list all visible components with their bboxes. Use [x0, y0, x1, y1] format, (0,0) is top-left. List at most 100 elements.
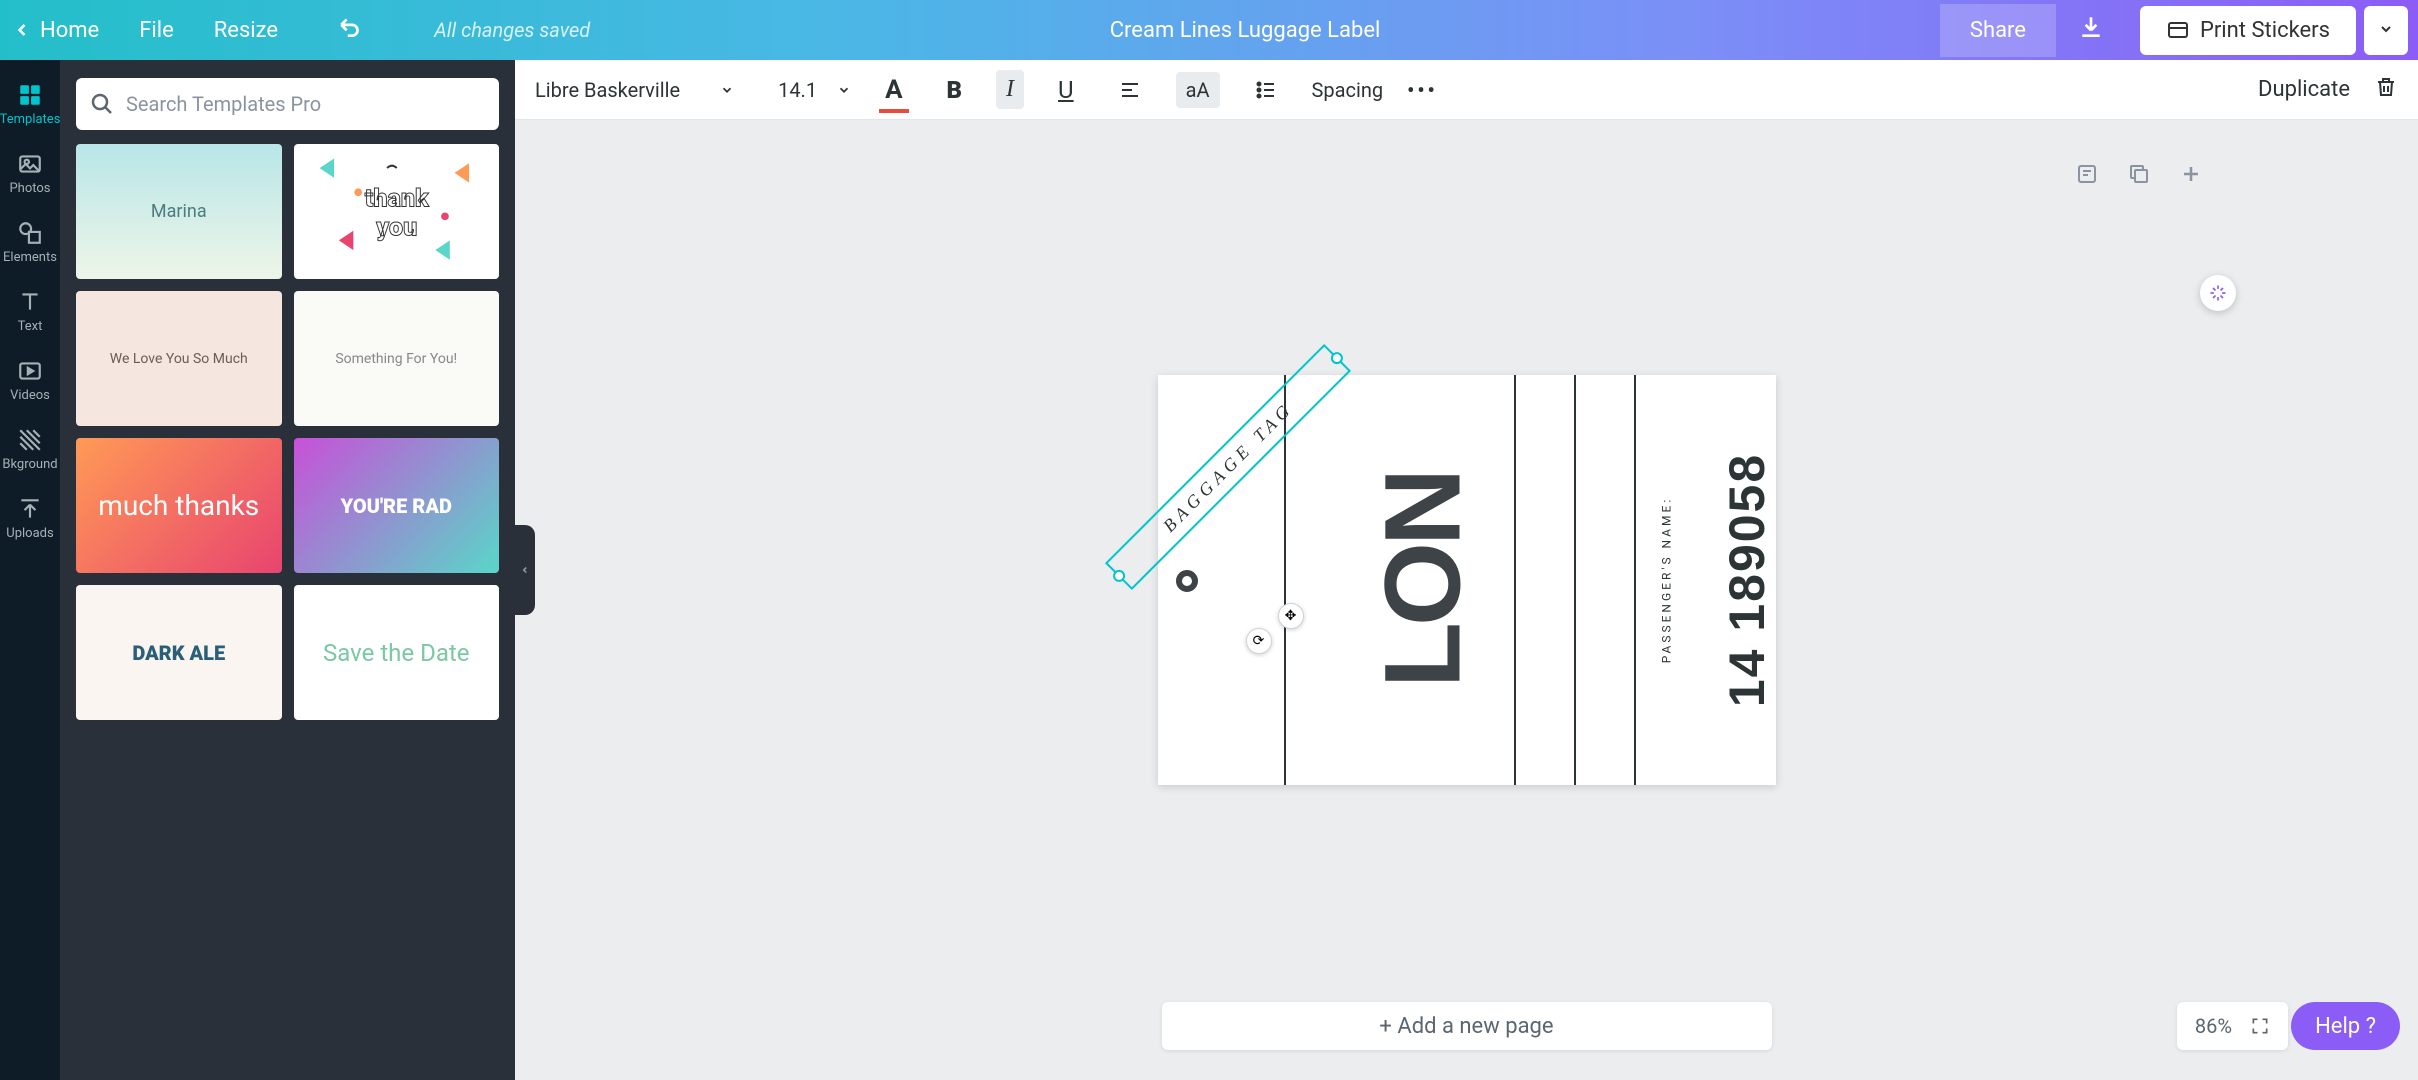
- template-card[interactable]: thank you: [294, 144, 500, 279]
- template-label: Marina: [151, 201, 207, 222]
- canvas-workspace[interactable]: LON PASSENGER'S NAME: 14 189058 BAGGAGE …: [515, 120, 2418, 1080]
- document-name[interactable]: Cream Lines Luggage Label: [1110, 18, 1381, 43]
- text-tab[interactable]: Text: [0, 277, 60, 346]
- template-card[interactable]: DARK ALE: [76, 585, 282, 720]
- sparkle-icon: [2208, 283, 2228, 303]
- passenger-label[interactable]: PASSENGER'S NAME:: [1659, 497, 1673, 664]
- chevron-down-icon: [720, 83, 734, 97]
- list-icon: [1254, 78, 1278, 102]
- rotate-handle[interactable]: ⟳: [1246, 628, 1272, 654]
- sticker-icon: [2166, 18, 2190, 42]
- photos-label: Photos: [9, 181, 50, 196]
- template-card[interactable]: Save the Date: [294, 585, 500, 720]
- divider-line: [1514, 375, 1516, 785]
- zoom-level[interactable]: 86%: [2195, 1014, 2232, 1038]
- template-card[interactable]: Marina: [76, 144, 282, 279]
- template-label: Something For You!: [335, 351, 457, 367]
- delete-button[interactable]: [2374, 75, 2398, 104]
- print-label: Print Stickers: [2200, 18, 2330, 43]
- serial-number-text[interactable]: 14 189058: [1718, 453, 1776, 707]
- fullscreen-icon[interactable]: [2250, 1016, 2270, 1036]
- magic-button[interactable]: [2200, 275, 2236, 311]
- svg-text:you: you: [375, 214, 417, 243]
- home-label: Home: [40, 18, 99, 43]
- background-label: Bkground: [2, 457, 57, 472]
- download-icon: [2078, 14, 2104, 40]
- background-icon: [17, 427, 43, 453]
- add-page-bar[interactable]: + Add a new page: [1162, 1002, 1772, 1050]
- save-status: All changes saved: [434, 18, 590, 42]
- add-page-button[interactable]: [2179, 162, 2203, 190]
- home-button[interactable]: Home: [12, 18, 99, 43]
- template-card[interactable]: Something For You!: [294, 291, 500, 426]
- airport-code-text[interactable]: LON: [1359, 472, 1484, 688]
- baggage-tag-text: BAGGAGE TAG: [1158, 398, 1297, 537]
- page-controls: [2075, 162, 2203, 190]
- zoom-controls: 86%: [2177, 1002, 2288, 1050]
- undo-button[interactable]: [338, 14, 364, 46]
- svg-text:thank: thank: [364, 185, 429, 214]
- copy-page-button[interactable]: [2127, 162, 2151, 190]
- notes-button[interactable]: [2075, 162, 2099, 190]
- template-card[interactable]: much thanks: [76, 438, 282, 573]
- font-size-value: 14.1: [778, 78, 817, 102]
- search-input[interactable]: [126, 92, 485, 116]
- font-family-select[interactable]: Libre Baskerville: [535, 78, 734, 102]
- templates-icon: [17, 82, 43, 108]
- uploads-tab[interactable]: Uploads: [0, 484, 60, 553]
- print-stickers-button[interactable]: Print Stickers: [2140, 6, 2356, 55]
- note-icon: [2075, 162, 2099, 186]
- design-canvas[interactable]: LON PASSENGER'S NAME: 14 189058 BAGGAGE …: [1158, 375, 1776, 785]
- file-menu[interactable]: File: [139, 18, 174, 43]
- side-icon-rail: Templates Photos Elements Text Videos Bk…: [0, 60, 60, 1080]
- templates-panel: Marina thank you We Love You So Much Som…: [60, 60, 515, 1080]
- spacing-button[interactable]: Spacing: [1312, 78, 1384, 102]
- resize-menu[interactable]: Resize: [214, 18, 278, 43]
- top-menu-bar: Home File Resize All changes saved Cream…: [0, 0, 2418, 60]
- share-button[interactable]: Share: [1940, 4, 2056, 57]
- font-size-select[interactable]: 14.1: [778, 78, 851, 102]
- templates-tab[interactable]: Templates: [0, 70, 60, 139]
- help-button[interactable]: Help ?: [2291, 1002, 2400, 1050]
- text-case-button[interactable]: aA: [1176, 72, 1220, 108]
- canvas-area: Libre Baskerville 14.1 A B I U aA Spacin…: [515, 60, 2418, 1080]
- selected-text-box[interactable]: BAGGAGE TAG: [1104, 344, 1350, 590]
- template-label: DARK ALE: [132, 641, 225, 665]
- photos-icon: [17, 151, 43, 177]
- template-label: Save the Date: [323, 639, 469, 667]
- elements-icon: [17, 220, 43, 246]
- template-card[interactable]: YOU'RE RAD: [294, 438, 500, 573]
- text-label: Text: [18, 319, 43, 334]
- list-button[interactable]: [1244, 72, 1288, 108]
- print-dropdown[interactable]: [2364, 6, 2408, 55]
- color-swatch: [879, 109, 908, 113]
- bold-button[interactable]: B: [937, 70, 973, 110]
- templates-label: Templates: [0, 112, 60, 127]
- uploads-icon: [17, 496, 43, 522]
- chevron-down-icon: [837, 83, 851, 97]
- search-icon: [90, 92, 114, 116]
- font-name: Libre Baskerville: [535, 78, 680, 102]
- template-card[interactable]: We Love You So Much: [76, 291, 282, 426]
- align-button[interactable]: [1108, 72, 1152, 108]
- download-button[interactable]: [2056, 0, 2126, 60]
- elements-tab[interactable]: Elements: [0, 208, 60, 277]
- text-toolbar: Libre Baskerville 14.1 A B I U aA Spacin…: [515, 60, 2418, 120]
- divider-line: [1634, 375, 1636, 785]
- videos-tab[interactable]: Videos: [0, 346, 60, 415]
- text-icon: [17, 289, 43, 315]
- italic-button[interactable]: I: [996, 70, 1024, 109]
- videos-label: Videos: [10, 388, 50, 403]
- underline-button[interactable]: U: [1048, 70, 1084, 110]
- resize-handle-right[interactable]: [1328, 350, 1345, 367]
- text-color-button[interactable]: A: [875, 69, 912, 111]
- move-handle[interactable]: ✥: [1278, 603, 1304, 629]
- hole-circle[interactable]: [1176, 570, 1198, 592]
- photos-tab[interactable]: Photos: [0, 139, 60, 208]
- more-options-button[interactable]: •••: [1407, 78, 1438, 102]
- resize-handle-left[interactable]: [1110, 567, 1127, 584]
- template-label: YOU'RE RAD: [341, 494, 452, 518]
- videos-icon: [17, 358, 43, 384]
- duplicate-button[interactable]: Duplicate: [2258, 77, 2350, 102]
- background-tab[interactable]: Bkground: [0, 415, 60, 484]
